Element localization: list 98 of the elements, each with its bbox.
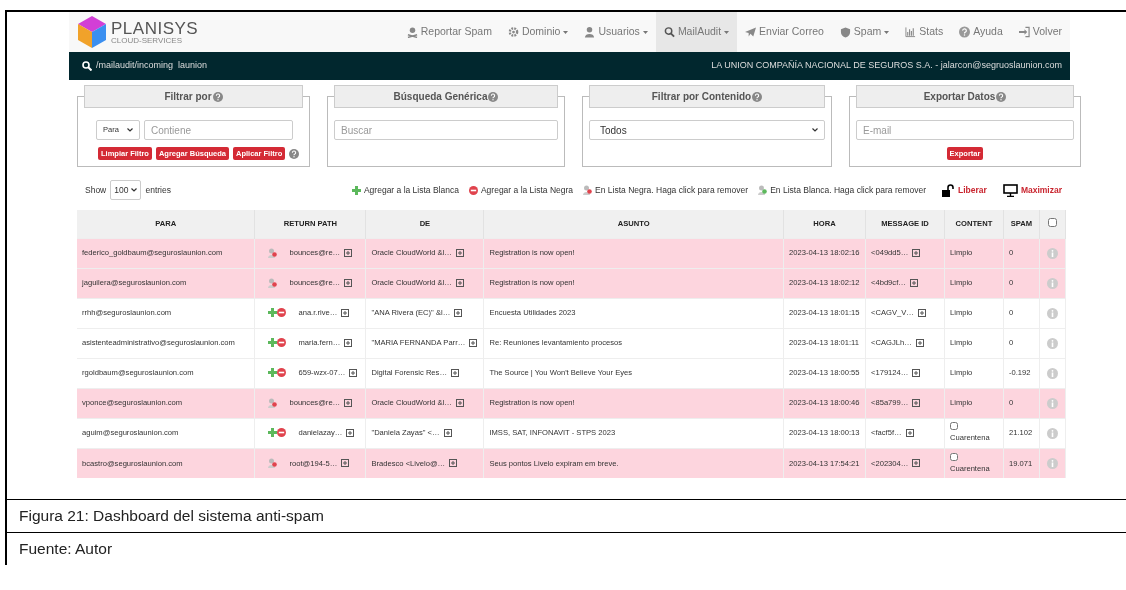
remove-icon[interactable] — [277, 368, 287, 378]
chevron-icon — [131, 188, 138, 192]
whitelist-icon — [758, 185, 768, 195]
caption-text: Figura 21: Dashboard del sistema anti-spam — [19, 506, 324, 527]
expand-icon[interactable] — [344, 279, 353, 287]
expand-icon[interactable] — [443, 429, 452, 437]
input-field[interactable]: Contiene — [144, 120, 293, 140]
input-field[interactable]: E-mail — [856, 120, 1074, 140]
brand-tagline: CLOUD-SERVICES — [111, 36, 183, 45]
chevron-icon — [812, 128, 818, 132]
nav-link[interactable]: Dominio — [499, 12, 577, 52]
nav-link[interactable]: Usuarios — [576, 12, 656, 52]
expand-icon[interactable] — [917, 309, 926, 317]
add-icon[interactable] — [268, 308, 278, 318]
help-icon[interactable] — [212, 91, 223, 102]
help-icon — [959, 26, 971, 38]
remove-icon[interactable] — [277, 308, 287, 318]
logo-icon — [76, 15, 108, 49]
add-icon[interactable] — [268, 428, 278, 438]
expand-icon[interactable] — [912, 459, 921, 468]
caption-text: Fuente: Autor — [19, 539, 113, 560]
nav-link[interactable]: Enviar Correo — [737, 12, 832, 52]
nav-link[interactable]: Reportar Spam — [398, 12, 500, 52]
quarantine-checkbox[interactable] — [949, 452, 958, 461]
page-size-select[interactable]: 100 — [110, 180, 142, 200]
expand-icon[interactable] — [469, 339, 478, 347]
blacklist-icon[interactable] — [268, 248, 278, 258]
nav-link[interactable]: Stats — [897, 12, 952, 52]
legend-label: Agregar a la Lista Blanca — [363, 183, 459, 197]
show-label: Show — [85, 183, 107, 197]
expand-icon[interactable] — [451, 369, 459, 377]
expand-icon[interactable] — [909, 279, 918, 287]
expand-icon[interactable] — [455, 399, 464, 407]
expand-icon[interactable] — [905, 429, 914, 437]
gear-icon — [507, 26, 519, 38]
blacklist-icon[interactable] — [268, 398, 278, 408]
bar-chart-icon — [905, 26, 917, 38]
input-field[interactable]: Buscar — [334, 120, 558, 140]
expand-icon[interactable] — [455, 279, 464, 287]
panel-title: Exportar Datos — [923, 90, 996, 104]
expand-icon[interactable] — [341, 459, 350, 468]
help-icon[interactable] — [752, 91, 763, 102]
help-icon[interactable] — [488, 91, 499, 102]
expand-icon[interactable] — [912, 399, 921, 407]
panel-title: Filtrar por Contenido — [651, 90, 752, 104]
expand-icon[interactable] — [344, 249, 353, 257]
add-icon[interactable] — [268, 368, 278, 378]
select-value: 100 — [114, 183, 129, 197]
expand-icon[interactable] — [912, 249, 921, 257]
expand-icon[interactable] — [344, 339, 353, 347]
legend-label: Agregar a la Lista Negra — [480, 183, 574, 197]
action-link[interactable]: Maximizar — [1020, 183, 1062, 197]
nav-link[interactable]: Spam — [831, 12, 898, 52]
skull-icon — [406, 26, 418, 38]
chevron-icon — [127, 128, 133, 132]
padlock-icon — [942, 183, 956, 197]
nav-link[interactable]: Volver — [1010, 12, 1070, 52]
expand-icon[interactable] — [344, 399, 353, 407]
sign-in-icon — [1018, 26, 1030, 38]
select-field[interactable]: Todos — [589, 120, 825, 140]
expand-icon[interactable] — [349, 369, 358, 377]
action-link[interactable]: Liberar — [958, 183, 987, 197]
blacklist-icon[interactable] — [268, 278, 278, 288]
blacklist-icon — [583, 185, 593, 195]
expand-icon[interactable] — [455, 249, 464, 257]
entries-label: entries — [145, 183, 171, 197]
help-icon[interactable] — [996, 91, 1007, 102]
search-icon — [82, 61, 92, 71]
add-icon[interactable] — [268, 338, 278, 348]
search-icon — [663, 26, 675, 38]
brand-name: PLANISYS — [111, 19, 199, 37]
monitor-icon — [1002, 183, 1018, 197]
legend-label: En Lista Negra. Haga click para remover — [595, 183, 749, 197]
expand-icon[interactable] — [454, 309, 463, 317]
shield-icon — [839, 26, 851, 38]
legend-label: En Lista Blanca. Haga click para remover — [770, 183, 927, 197]
remove-icon[interactable] — [277, 428, 287, 438]
account-text: LA UNION COMPAÑÍA NACIONAL DE SEGUROS S.A. - jalarcon@segruoslaunion.com — [711, 59, 1062, 73]
remove-icon[interactable] — [277, 338, 287, 348]
paper-plane-icon — [745, 26, 757, 38]
panel-title: Búsqueda Genérica — [393, 90, 488, 104]
quarantine-checkbox[interactable] — [949, 422, 958, 431]
expand-icon[interactable] — [341, 309, 350, 317]
select-value: Todos — [600, 123, 627, 138]
nav-link[interactable]: Ayuda — [951, 12, 1011, 52]
expand-icon[interactable] — [915, 339, 924, 347]
expand-icon[interactable] — [346, 429, 355, 437]
add-icon — [351, 185, 361, 195]
expand-icon[interactable] — [912, 369, 921, 377]
blacklist-icon[interactable] — [268, 458, 278, 469]
panel-title: Filtrar por — [164, 90, 212, 104]
path-text: /mailaudit/incoming launion — [96, 59, 208, 73]
person-icon — [584, 26, 596, 38]
expand-icon[interactable] — [449, 459, 458, 468]
remove-icon — [468, 185, 478, 195]
help-icon[interactable] — [289, 148, 300, 159]
nav-link[interactable]: MailAudit — [655, 12, 738, 52]
select-all-checkbox[interactable] — [1047, 217, 1057, 227]
